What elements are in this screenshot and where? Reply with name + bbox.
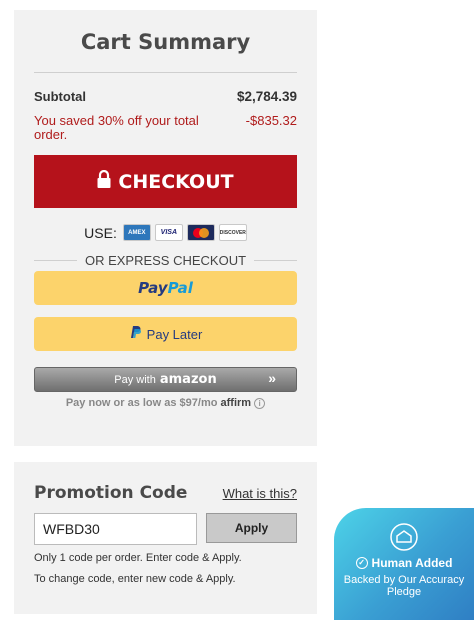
lock-icon: [97, 169, 111, 193]
paypal-p-icon: [129, 325, 141, 344]
shield-icon: [389, 522, 419, 552]
double-chevron-right-icon: »: [268, 370, 276, 386]
subtotal-value: $2,784.39: [236, 89, 297, 104]
paypal-logo: PayPal: [138, 279, 193, 297]
affirm-text: Pay now or as low as $97/mo: [65, 397, 218, 409]
checkout-button[interactable]: CHECKOUT: [34, 155, 297, 208]
savings-row: You saved 30% off your total order. -$83…: [34, 114, 297, 142]
cart-summary-title: Cart Summary: [80, 30, 251, 54]
subtotal-row: Subtotal $2,784.39: [34, 89, 297, 104]
use-label: USE:: [84, 224, 117, 241]
savings-label: You saved 30% off your total order.: [34, 113, 199, 142]
amazon-pay-button[interactable]: Pay with amazon »: [34, 367, 297, 392]
promo-note-2: To change code, enter new code & Apply.: [34, 573, 236, 585]
express-label: OR EXPRESS CHECKOUT: [84, 253, 247, 268]
subtotal-label: Subtotal: [34, 89, 86, 104]
express-checkout-divider: OR EXPRESS CHECKOUT: [34, 253, 297, 268]
apply-button[interactable]: Apply: [206, 513, 297, 543]
human-added-badge[interactable]: ✓ Human Added Backed by Our Accuracy Ple…: [334, 508, 474, 620]
affirm-logo: affirm: [220, 397, 252, 409]
promo-note-1: Only 1 code per order. Enter code & Appl…: [34, 552, 242, 564]
discover-card-icon: DISCOVER: [218, 224, 247, 241]
divider: [34, 72, 297, 73]
mastercard-icon: [186, 224, 215, 241]
amazon-prefix: Pay with: [114, 373, 156, 386]
badge-subtext: Backed by Our Accuracy Pledge: [343, 574, 465, 598]
amex-card-icon: AMEX: [122, 224, 151, 241]
visa-card-icon: VISA: [154, 224, 183, 241]
check-circle-icon: ✓: [355, 557, 368, 569]
promo-title: Promotion Code: [34, 483, 188, 503]
checkout-label: CHECKOUT: [118, 170, 234, 193]
paypal-button[interactable]: PayPal: [34, 271, 297, 305]
what-is-this-link[interactable]: What is this?: [223, 486, 297, 501]
promo-header: Promotion Code What is this?: [34, 462, 297, 503]
savings-value: -$835.32: [245, 113, 297, 128]
affirm-promo: Pay now or as low as $97/mo affirm i: [34, 397, 297, 409]
info-icon[interactable]: i: [254, 397, 266, 409]
promo-input-row: Apply: [34, 513, 297, 545]
promotion-code-panel: Promotion Code What is this? Apply Only …: [14, 462, 317, 614]
cart-summary-panel: Cart Summary Subtotal $2,784.39 You save…: [14, 10, 317, 446]
pay-later-label: Pay Later: [146, 326, 203, 342]
badge-heading-row: ✓ Human Added: [334, 556, 474, 570]
paypal-pay-later-button[interactable]: Pay Later: [34, 317, 297, 351]
amazon-logo: amazon: [159, 372, 217, 387]
promo-code-input[interactable]: [34, 513, 197, 545]
badge-heading: Human Added: [371, 556, 453, 570]
accepted-cards: USE: AMEX VISA DISCOVER: [34, 224, 297, 241]
